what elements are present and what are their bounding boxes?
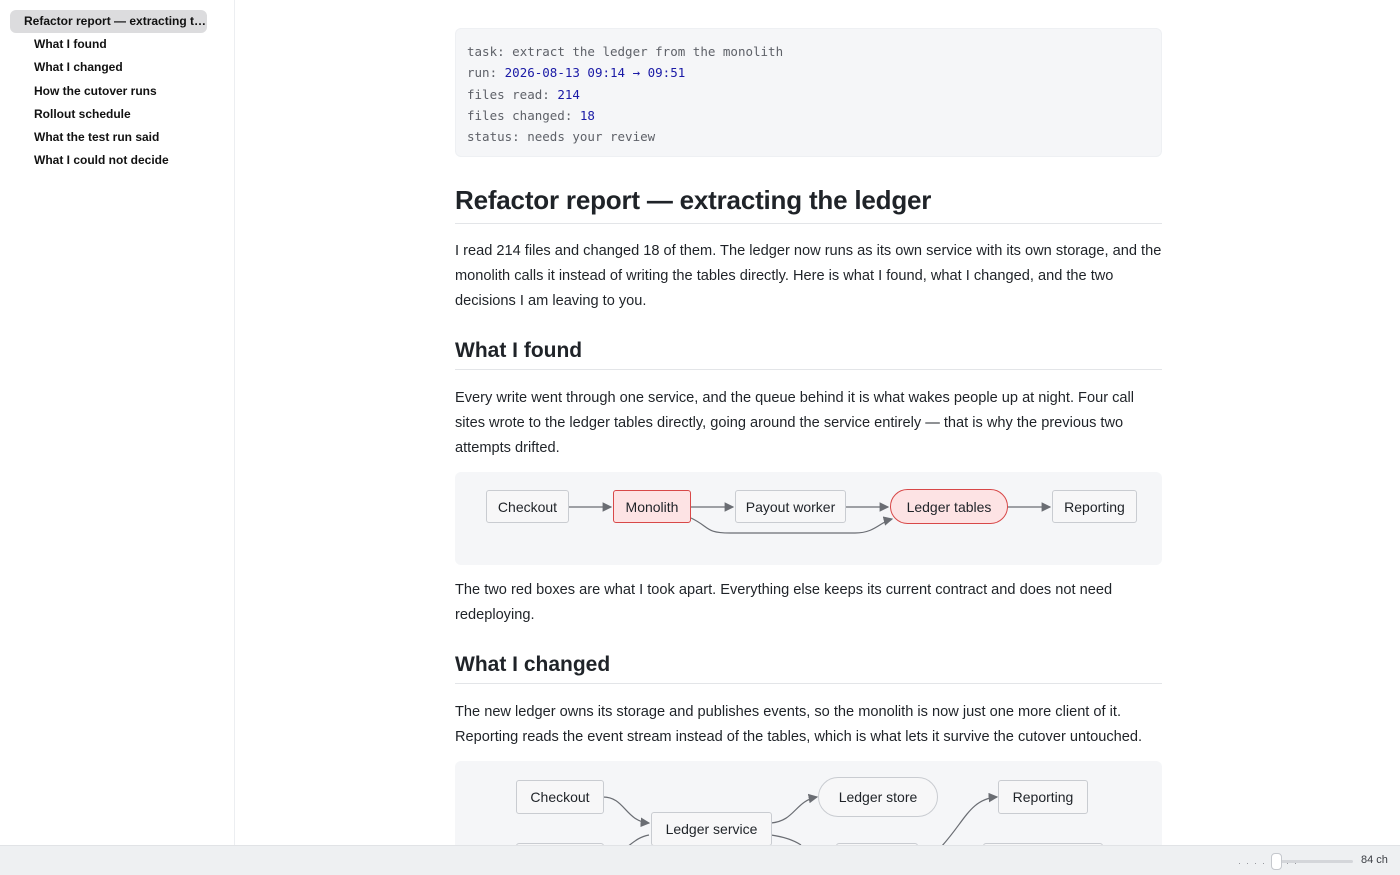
toc-item-what-i-found[interactable]: What I found xyxy=(0,33,234,56)
meta-files-changed-value: 18 xyxy=(579,107,595,123)
meta-key: status: xyxy=(467,129,520,145)
node-reporting: Reporting xyxy=(998,780,1088,814)
meta-key: run: xyxy=(467,65,498,81)
edge-checkout-ledger-service xyxy=(602,796,651,828)
node-reporting: Reporting xyxy=(1052,490,1137,523)
meta-status-value: needs your review xyxy=(527,129,656,145)
reading-width-slider-thumb[interactable] xyxy=(1271,853,1282,870)
meta-key: task: xyxy=(467,44,505,59)
node-monolith: Monolith xyxy=(613,490,691,523)
report-content: task: extract the ledger from the monoli… xyxy=(455,0,1162,845)
edge-ledger-service-store xyxy=(770,793,819,824)
meta-key: files changed: xyxy=(467,107,573,123)
toc-item-rollout-schedule[interactable]: Rollout schedule xyxy=(0,103,234,126)
architecture-diagram-after: Checkout Ledger service Ledger store Rep… xyxy=(455,761,1162,845)
section-heading-what-i-found: What I found xyxy=(455,339,1162,370)
node-checkout: Checkout xyxy=(516,780,604,814)
intro-paragraph: I read 214 files and changed 18 of them.… xyxy=(455,243,1162,309)
run-metadata-block: task: extract the ledger from the monoli… xyxy=(455,28,1162,157)
section-heading-what-i-changed: What I changed xyxy=(455,653,1162,684)
edge-ledger-service-down xyxy=(770,834,802,845)
edge-lower-ledger-service xyxy=(628,834,650,845)
node-checkout: Checkout xyxy=(486,490,569,523)
node-payout-worker: Payout worker xyxy=(735,490,846,523)
meta-task-value: extract the ledger from the monolith xyxy=(512,44,784,59)
toc-item-test-run[interactable]: What the test run said xyxy=(0,126,234,149)
toc-item-refactor-report[interactable]: Refactor report — extracting the ledger xyxy=(10,10,207,33)
found-paragraph: Every write went through one service, an… xyxy=(455,390,1135,456)
toc-item-could-not-decide[interactable]: What I could not decide xyxy=(0,149,234,172)
edge-up-reporting xyxy=(941,792,999,845)
meta-run-value: 2026-08-13 09:14 → 09:51 xyxy=(504,65,686,81)
page-title: Refactor report — extracting the ledger xyxy=(455,185,1162,224)
meta-files-read-value: 214 xyxy=(557,86,580,102)
status-bar: ········ 84 ch xyxy=(0,845,1400,875)
reading-width-label: 84 ch xyxy=(1361,854,1388,866)
node-ledger-service: Ledger service xyxy=(651,812,772,845)
node-ledger-store: Ledger store xyxy=(818,777,938,817)
toc-item-what-i-changed[interactable]: What I changed xyxy=(0,56,234,79)
changed-paragraph: The new ledger owns its storage and publ… xyxy=(455,704,1143,745)
node-ledger-tables: Ledger tables xyxy=(890,489,1008,524)
architecture-diagram-before: Checkout Monolith Payout worker Ledger t… xyxy=(455,472,1162,565)
diagram-caption: The two red boxes are what I took apart.… xyxy=(455,582,1113,623)
table-of-contents: Refactor report — extracting the ledger … xyxy=(0,0,235,845)
meta-key: files read: xyxy=(467,86,550,102)
reading-width-slider-track[interactable] xyxy=(1276,860,1353,863)
toc-item-cutover[interactable]: How the cutover runs xyxy=(0,80,234,103)
